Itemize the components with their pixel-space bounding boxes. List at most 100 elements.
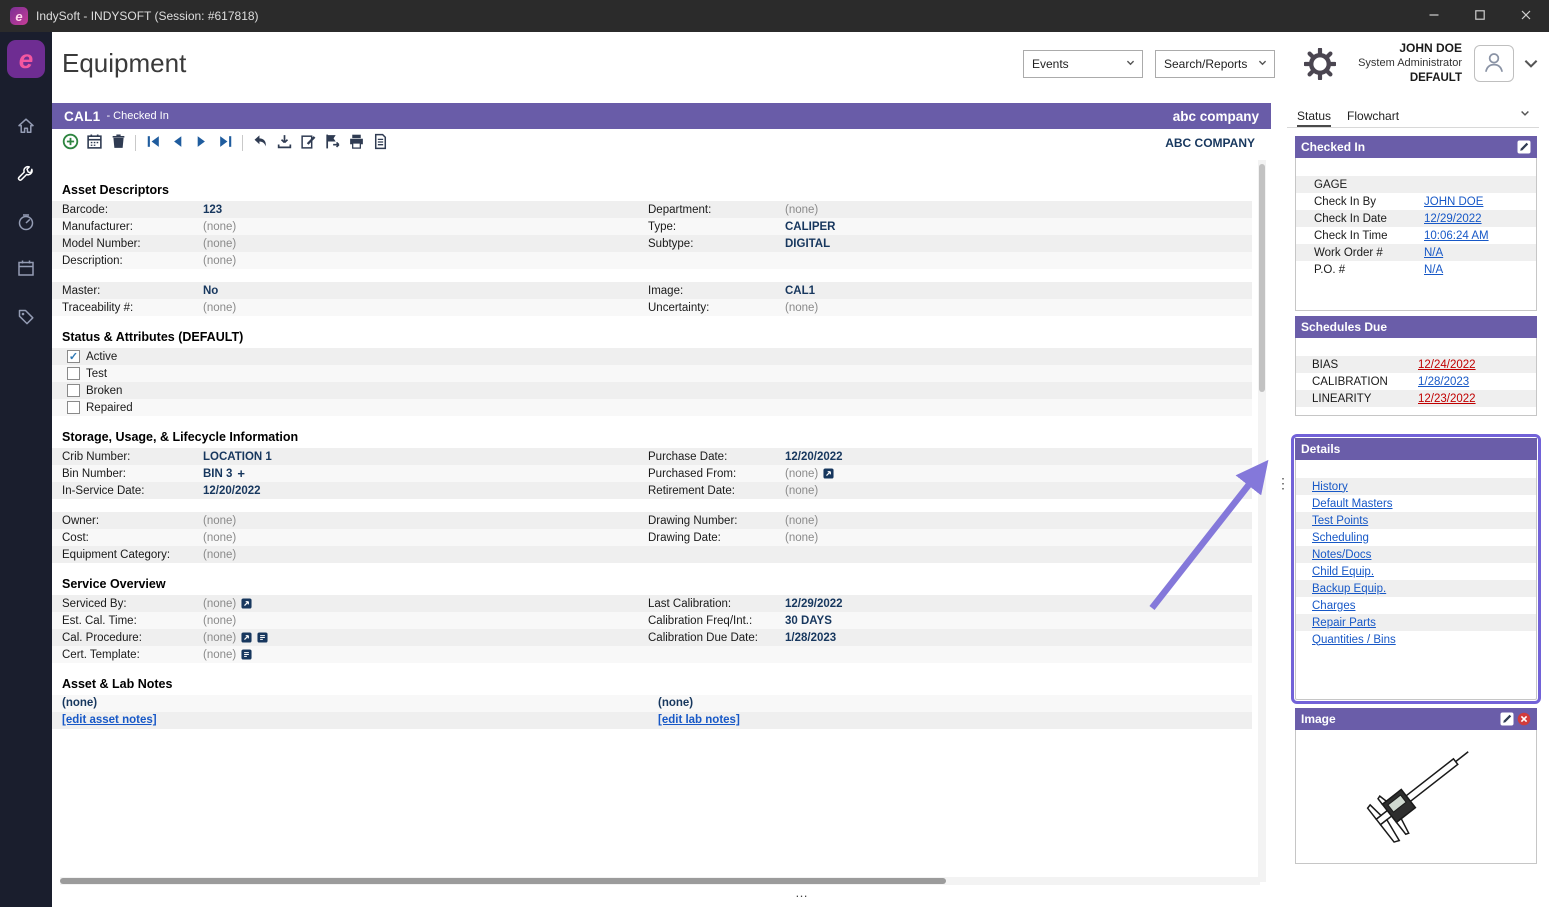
add-bin-icon[interactable]: + bbox=[237, 468, 245, 479]
field-label: Equipment Category: bbox=[62, 549, 203, 561]
next-button[interactable] bbox=[190, 132, 212, 154]
undo-button[interactable] bbox=[249, 132, 271, 154]
repaired-checkbox[interactable] bbox=[67, 401, 80, 414]
field-value: BIN 3 bbox=[203, 468, 232, 480]
tab-flowchart[interactable]: Flowchart bbox=[1347, 109, 1399, 127]
details-link-test-points[interactable]: Test Points bbox=[1312, 515, 1368, 527]
document-button[interactable] bbox=[369, 132, 391, 154]
edit-pencil-icon[interactable] bbox=[1500, 712, 1514, 726]
edit-pencil-icon[interactable] bbox=[1517, 140, 1531, 154]
minimize-button[interactable] bbox=[1411, 0, 1457, 32]
field-band: Master:NoImage:CAL1Traceability #:(none)… bbox=[52, 282, 1252, 316]
edit-icon bbox=[300, 133, 317, 153]
status-value-link[interactable]: 10:06:24 AM bbox=[1424, 230, 1489, 242]
field-value: (none) bbox=[203, 615, 236, 627]
schedule-date-link[interactable]: 12/23/2022 bbox=[1418, 393, 1476, 405]
goto-record-icon[interactable] bbox=[241, 598, 252, 609]
left-field: Description:(none) bbox=[52, 255, 648, 267]
delete-button[interactable] bbox=[107, 132, 129, 154]
chevron-down-icon bbox=[1125, 57, 1136, 71]
export-button[interactable] bbox=[273, 132, 295, 154]
panel-menu-chevron-icon[interactable] bbox=[1519, 107, 1533, 121]
section-heading: Service Overview bbox=[62, 577, 1252, 591]
details-link-notes-docs[interactable]: Notes/Docs bbox=[1312, 549, 1371, 561]
horizontal-scrollbar-thumb[interactable] bbox=[60, 878, 946, 884]
schedule-label: BIAS bbox=[1312, 359, 1338, 371]
details-link-quantities-bins[interactable]: Quantities / Bins bbox=[1312, 634, 1396, 646]
edit-lab-notes-link[interactable]: [edit lab notes] bbox=[658, 712, 740, 729]
vertical-scrollbar-thumb[interactable] bbox=[1259, 164, 1265, 392]
schedule-date-link[interactable]: 12/24/2022 bbox=[1418, 359, 1476, 371]
active-checkbox[interactable]: ✓ bbox=[67, 350, 80, 363]
previous-button[interactable] bbox=[166, 132, 188, 154]
left-field: Traceability #:(none) bbox=[52, 302, 648, 314]
edit-button[interactable] bbox=[297, 132, 319, 154]
status-value-link[interactable]: 12/29/2022 bbox=[1424, 213, 1482, 225]
section-heading: Asset Descriptors bbox=[62, 183, 1252, 197]
maximize-button[interactable] bbox=[1457, 0, 1503, 32]
schedule-date-link[interactable]: 1/28/2023 bbox=[1418, 376, 1469, 388]
delete-icon bbox=[110, 133, 127, 153]
details-link-default-masters[interactable]: Default Masters bbox=[1312, 498, 1393, 510]
indysoft-logo[interactable]: e bbox=[7, 40, 45, 78]
field-value: (none) bbox=[785, 204, 818, 216]
field-row: Traceability #:(none)Uncertainty:(none) bbox=[52, 299, 1252, 316]
field-row: Barcode:123Department:(none) bbox=[52, 201, 1252, 218]
print-button[interactable] bbox=[345, 132, 367, 154]
close-button[interactable] bbox=[1503, 0, 1549, 32]
field-label: Purchase Date: bbox=[648, 451, 785, 463]
details-link-scheduling[interactable]: Scheduling bbox=[1312, 532, 1369, 544]
tab-status[interactable]: Status bbox=[1297, 109, 1331, 127]
first-button[interactable] bbox=[142, 132, 164, 154]
delete-image-icon[interactable] bbox=[1517, 712, 1531, 726]
document-icon[interactable] bbox=[241, 649, 252, 660]
attribute-row: Repaired bbox=[52, 399, 1252, 416]
left-field: Cost:(none) bbox=[52, 532, 648, 544]
events-dropdown[interactable]: Events bbox=[1023, 50, 1143, 78]
user-avatar[interactable] bbox=[1474, 45, 1514, 82]
goto-record-icon[interactable] bbox=[823, 468, 834, 479]
calendar-button[interactable] bbox=[83, 132, 105, 154]
goto-record-icon[interactable] bbox=[241, 632, 252, 643]
document-icon[interactable] bbox=[257, 632, 268, 643]
side-panel-tabs: Status Flowchart bbox=[1287, 103, 1539, 128]
status-value-link[interactable]: JOHN DOE bbox=[1424, 196, 1483, 208]
sidebar-item-tags[interactable] bbox=[16, 306, 36, 326]
sidebar-item-gauge[interactable] bbox=[16, 212, 36, 232]
field-band: (none)(none)[edit asset notes][edit lab … bbox=[52, 695, 1252, 729]
user-menu-chevron-icon[interactable] bbox=[1522, 54, 1540, 72]
broken-checkbox[interactable] bbox=[67, 384, 80, 397]
schedule-row: BIAS 12/24/2022 bbox=[1296, 356, 1536, 373]
checkin-button[interactable] bbox=[321, 132, 343, 154]
add-button[interactable] bbox=[59, 132, 81, 154]
details-link-repair-parts[interactable]: Repair Parts bbox=[1312, 617, 1376, 629]
chevron-down-icon bbox=[1257, 57, 1268, 71]
search-reports-dropdown[interactable]: Search/Reports bbox=[1155, 50, 1275, 78]
section-heading: Asset & Lab Notes bbox=[62, 677, 1252, 691]
details-row: Repair Parts bbox=[1296, 614, 1536, 631]
status-label: Work Order # bbox=[1314, 247, 1383, 259]
status-value-link[interactable]: N/A bbox=[1424, 247, 1443, 259]
details-link-child-equip-[interactable]: Child Equip. bbox=[1312, 566, 1374, 578]
details-link-history[interactable]: History bbox=[1312, 481, 1348, 493]
status-value-link[interactable]: N/A bbox=[1424, 264, 1443, 276]
details-link-charges[interactable]: Charges bbox=[1312, 600, 1355, 612]
bottom-splitter-handle[interactable]: … bbox=[782, 885, 822, 900]
schedule-label: CALIBRATION bbox=[1312, 376, 1388, 388]
left-field: Master:No bbox=[52, 285, 648, 297]
toolbar-separator bbox=[242, 135, 243, 151]
image-panel-title: Image bbox=[1301, 712, 1336, 726]
undo-icon bbox=[252, 133, 269, 153]
attribute-row: Broken bbox=[52, 382, 1252, 399]
sidebar-item-home[interactable] bbox=[16, 116, 36, 136]
asset-status: - Checked In bbox=[106, 110, 168, 122]
edit-asset-notes-link[interactable]: [edit asset notes] bbox=[62, 712, 157, 729]
field-value: (none) bbox=[785, 485, 818, 497]
sidebar-item-tools[interactable] bbox=[16, 164, 36, 184]
sidebar-item-calendar-side[interactable] bbox=[16, 258, 36, 278]
details-link-backup-equip-[interactable]: Backup Equip. bbox=[1312, 583, 1386, 595]
test-checkbox[interactable] bbox=[67, 367, 80, 380]
print-icon bbox=[348, 133, 365, 153]
last-button[interactable] bbox=[214, 132, 236, 154]
user-info: JOHN DOE System Administrator DEFAULT bbox=[1332, 41, 1462, 86]
